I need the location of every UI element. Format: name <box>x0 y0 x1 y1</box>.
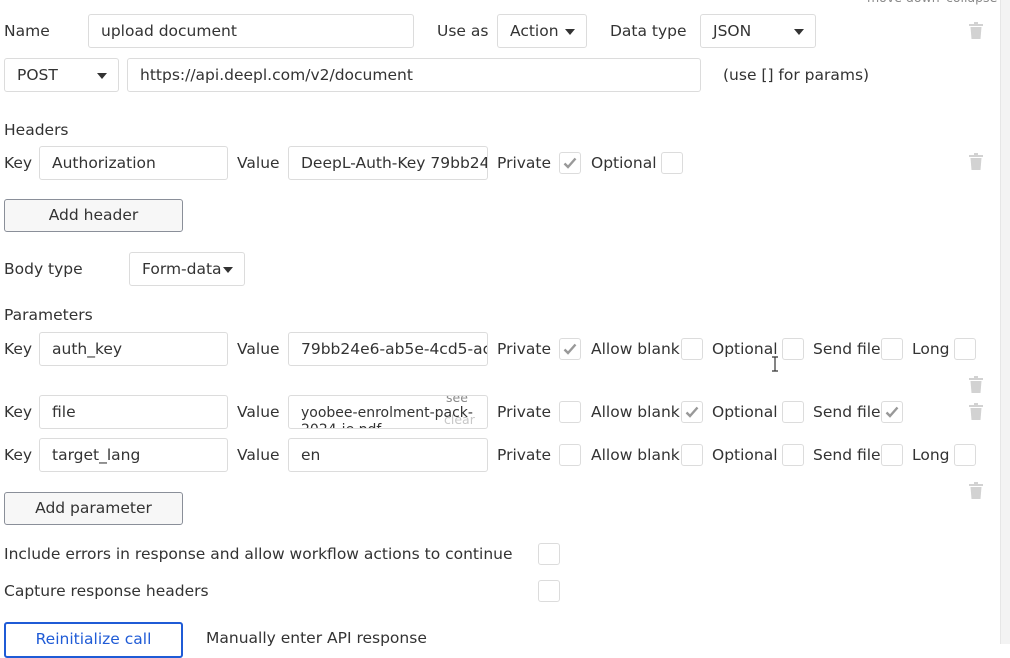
param-key-input[interactable]: target_lang <box>39 438 228 472</box>
param-allow-blank-label: Allow blank <box>591 446 680 464</box>
param-private-checkbox[interactable] <box>559 444 581 466</box>
trash-icon[interactable] <box>968 376 984 393</box>
header-private-checkbox[interactable] <box>559 152 581 174</box>
param-long-checkbox[interactable] <box>954 338 976 360</box>
url-input[interactable]: https://api.deepl.com/v2/document <box>127 58 701 92</box>
include-errors-checkbox[interactable] <box>538 543 560 565</box>
include-errors-label: Include errors in response and allow wor… <box>4 545 513 563</box>
param-private-checkbox[interactable] <box>559 338 581 360</box>
param-long-checkbox[interactable] <box>954 444 976 466</box>
param-value-label: Value <box>237 340 280 358</box>
body-type-value: Form-data <box>142 260 222 278</box>
add-header-button[interactable]: Add header <box>4 199 183 232</box>
header-value-input[interactable]: DeepL-Auth-Key 79bb24e <box>288 146 488 180</box>
param-optional-checkbox[interactable] <box>782 401 804 423</box>
param-allow-blank-checkbox[interactable] <box>681 444 703 466</box>
file-clear-link[interactable]: clear <box>444 413 475 427</box>
checkmark-icon <box>563 343 577 355</box>
body-type-dropdown[interactable]: Form-data <box>129 252 245 286</box>
param-private-checkbox[interactable] <box>559 401 581 423</box>
param-send-file-checkbox[interactable] <box>881 401 903 423</box>
collapse-link[interactable]: collapse <box>946 0 997 8</box>
move-down-link[interactable]: move down <box>867 0 940 8</box>
header-value-label: Value <box>237 154 280 172</box>
param-private-label: Private <box>497 340 552 358</box>
param-value-input[interactable]: 79bb24e6-ab5e-4cd5-ac1 <box>288 332 488 366</box>
header-private-label: Private <box>497 154 552 172</box>
param-allow-blank-checkbox[interactable] <box>681 338 703 360</box>
params-hint: (use [] for params) <box>723 66 870 84</box>
param-value-label: Value <box>237 403 280 421</box>
param-send-file-label: Send file <box>813 403 881 421</box>
param-private-label: Private <box>497 403 552 421</box>
method-value: POST <box>17 66 58 84</box>
param-send-file-checkbox[interactable] <box>881 444 903 466</box>
param-send-file-label: Send file <box>813 340 881 358</box>
param-key-input[interactable]: file <box>39 395 228 429</box>
param-key-label: Key <box>4 446 33 464</box>
param-allow-blank-label: Allow blank <box>591 403 680 421</box>
add-parameter-button[interactable]: Add parameter <box>4 492 183 525</box>
param-private-label: Private <box>497 446 552 464</box>
checkmark-icon <box>563 157 577 169</box>
use-as-label: Use as <box>437 22 489 40</box>
use-as-value: Action <box>510 22 559 40</box>
file-see-link[interactable]: see <box>446 396 468 405</box>
param-optional-label: Optional <box>712 340 778 358</box>
chevron-down-icon <box>97 73 107 79</box>
text-cursor-icon <box>771 356 779 372</box>
chevron-down-icon <box>565 29 575 35</box>
param-optional-checkbox[interactable] <box>782 338 804 360</box>
param-allow-blank-label: Allow blank <box>591 340 680 358</box>
param-value-label: Value <box>237 446 280 464</box>
trash-icon[interactable] <box>968 153 984 170</box>
headers-title: Headers <box>4 121 69 139</box>
header-optional-checkbox[interactable] <box>661 152 683 174</box>
param-key-input[interactable]: auth_key <box>39 332 228 366</box>
trash-icon[interactable] <box>968 22 984 39</box>
name-label: Name <box>4 22 50 40</box>
data-type-label: Data type <box>610 22 687 40</box>
param-send-file-label: Send file <box>813 446 881 464</box>
name-input[interactable]: upload document <box>88 14 414 48</box>
param-key-label: Key <box>4 340 33 358</box>
file-upload-field[interactable]: yoobee-enrolment-pack-2024-ie.pdf see cl… <box>288 395 488 429</box>
param-send-file-checkbox[interactable] <box>881 338 903 360</box>
checkmark-icon <box>685 406 699 418</box>
param-optional-label: Optional <box>712 403 778 421</box>
data-type-value: JSON <box>713 22 752 40</box>
param-long-label: Long <box>912 446 950 464</box>
use-as-dropdown[interactable]: Action <box>497 14 587 48</box>
trash-icon[interactable] <box>968 403 984 420</box>
manual-response-link[interactable]: Manually enter API response <box>206 628 427 648</box>
header-key-label: Key <box>4 154 33 172</box>
checkmark-icon <box>885 406 899 418</box>
param-key-label: Key <box>4 403 33 421</box>
header-optional-label: Optional <box>591 154 657 172</box>
body-type-label: Body type <box>4 260 83 278</box>
reinitialize-call-button[interactable]: Reinitialize call <box>4 622 183 658</box>
chevron-down-icon <box>223 267 233 273</box>
param-optional-label: Optional <box>712 446 778 464</box>
header-key-input[interactable]: Authorization <box>39 146 228 180</box>
scrollbar[interactable] <box>1000 0 1010 644</box>
param-optional-checkbox[interactable] <box>782 444 804 466</box>
data-type-dropdown[interactable]: JSON <box>700 14 816 48</box>
capture-headers-label: Capture response headers <box>4 582 209 600</box>
param-value-input[interactable]: en <box>288 438 488 472</box>
capture-headers-checkbox[interactable] <box>538 580 560 602</box>
method-dropdown[interactable]: POST <box>4 58 119 92</box>
chevron-down-icon <box>794 29 804 35</box>
param-allow-blank-checkbox[interactable] <box>681 401 703 423</box>
param-long-label: Long <box>912 340 950 358</box>
parameters-title: Parameters <box>4 306 93 324</box>
trash-icon[interactable] <box>968 482 984 499</box>
